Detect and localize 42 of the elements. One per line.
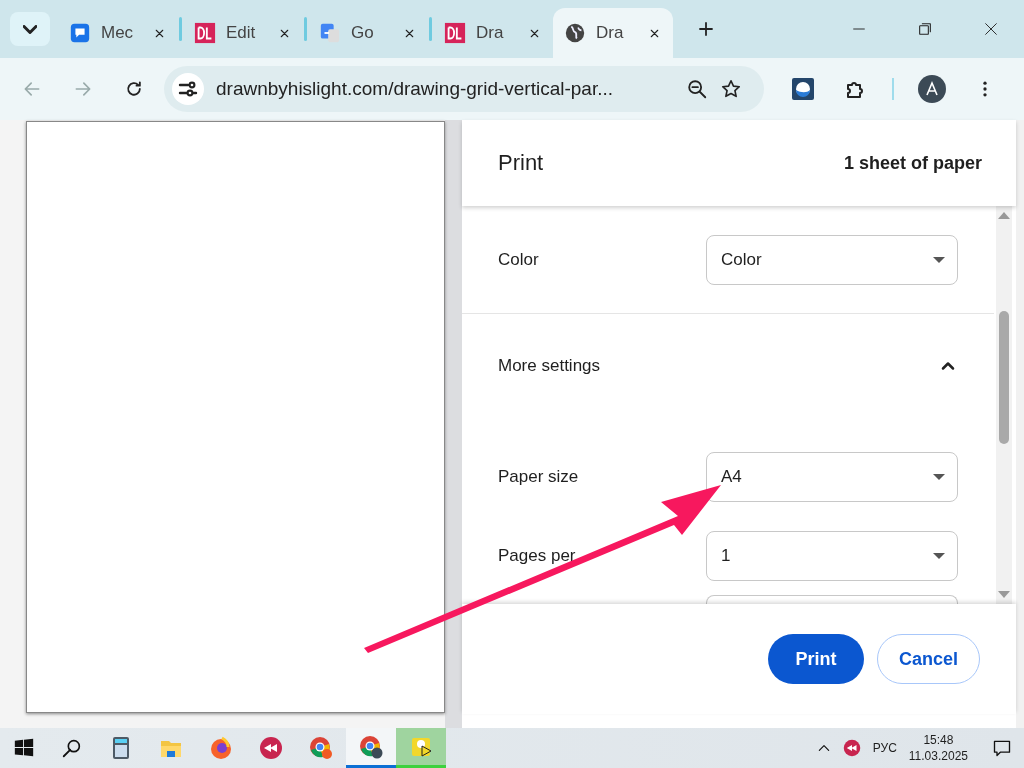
caret-icon — [933, 256, 945, 263]
translate-icon — [319, 22, 341, 44]
chevron-down-icon — [23, 24, 37, 34]
dialog-title: Print — [498, 150, 544, 176]
tab-title: Dra — [476, 23, 505, 43]
profile-avatar[interactable] — [918, 75, 946, 103]
dropdown[interactable]: 1 — [706, 530, 958, 581]
setting-label: Pages per — [498, 545, 577, 566]
tab-title: Edit — [226, 23, 257, 43]
chrome-icon[interactable] — [346, 728, 396, 768]
chat-icon — [69, 22, 91, 44]
clock-time[interactable]: 15:48 — [923, 732, 954, 748]
extension-icon[interactable] — [790, 77, 816, 101]
dl-logo-icon — [194, 22, 216, 44]
browser-tab[interactable]: Edit — [183, 8, 303, 58]
setting-label: Paper size — [498, 466, 580, 487]
caret-icon — [933, 473, 945, 480]
setting-label: Color — [498, 249, 540, 270]
cancel-button[interactable]: Cancel — [877, 634, 980, 684]
browser-tab[interactable]: Go — [308, 8, 428, 58]
clock-date[interactable]: 11.03.2025 — [908, 748, 968, 764]
browser-tab[interactable]: Dra — [553, 8, 673, 58]
sheet-count: 1 sheet of paper — [843, 152, 982, 174]
browser-tab[interactable]: Dra — [433, 8, 553, 58]
more-settings-toggle[interactable]: More settings — [462, 313, 994, 417]
star-icon[interactable] — [720, 78, 742, 100]
url-text: drawnbyhislight.com/drawing-grid-vertical-par... — [216, 78, 615, 100]
globe-icon — [564, 22, 586, 44]
zoom-out-icon[interactable] — [686, 78, 708, 100]
site-settings-icon[interactable] — [172, 73, 204, 105]
print-button[interactable]: Print — [768, 634, 864, 684]
scrollbar[interactable] — [996, 206, 1012, 604]
browser-tab[interactable]: Mec — [58, 8, 178, 58]
language-indicator[interactable]: РУС — [872, 741, 897, 755]
tab-title: Go — [351, 23, 375, 43]
tab-title: Mec — [101, 23, 135, 43]
dl-logo-icon — [444, 22, 466, 44]
tab-search-button[interactable] — [10, 12, 50, 46]
caret-icon — [933, 552, 945, 559]
address-bar[interactable]: drawnbyhislight.com/drawing-grid-vertical-par... — [164, 66, 764, 112]
dropdown[interactable]: Color — [706, 234, 958, 285]
tab-title: Dra — [596, 23, 625, 43]
